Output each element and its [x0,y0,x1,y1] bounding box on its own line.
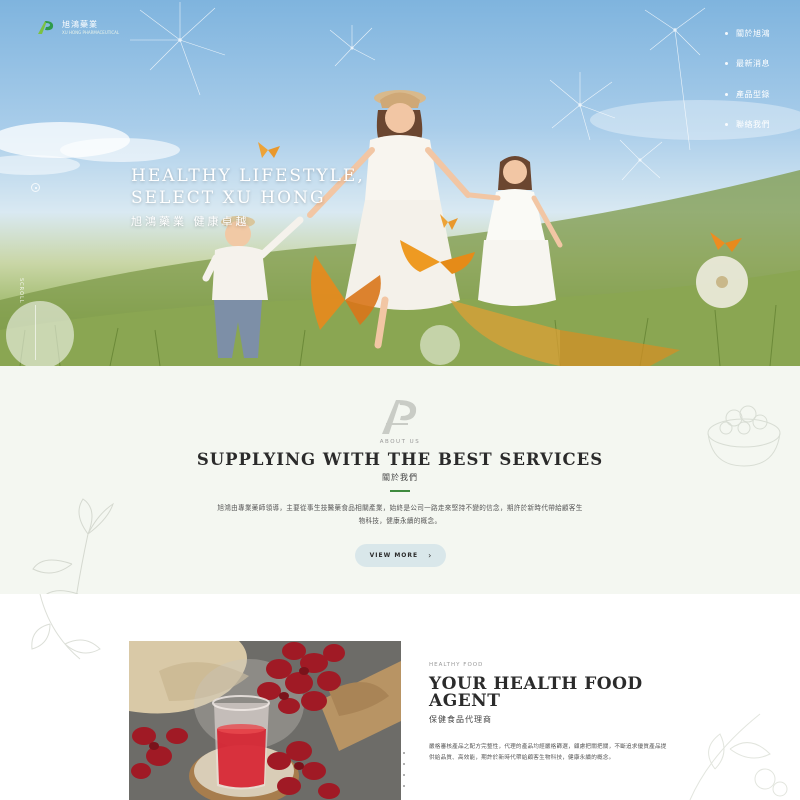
health-food-title-cn: 保健食品代理商 [429,715,492,724]
about-title: SUPPLYING WITH THE BEST SERVICES [196,450,604,469]
dot-icon [725,92,728,96]
health-food-title-line2: AGENT [429,691,501,711]
hero-heading: HEALTHY LIFESTYLE, SELECT XU HONG 旭鴻藥業 健… [131,165,365,229]
xuhong-logo-icon [38,21,54,34]
nav-item-label: 最新消息 [736,59,770,69]
nav-item-catalog[interactable]: 產品型錄 [725,79,770,110]
herb-illustration [689,713,788,800]
view-more-button[interactable]: VIEW MORE › [355,544,446,567]
health-food-eyebrow: HEALTHY FOOD [429,662,484,668]
dot-icon [403,774,405,776]
health-food-title: YOUR HEALTH FOOD AGENT [429,676,643,710]
nav-item-news[interactable]: 最新消息 [725,49,770,80]
roselle-tea-image [129,641,401,800]
flower-illustration [32,498,114,594]
nav-item-about[interactable]: 關於旭鴻 [725,18,770,49]
health-food-section: HEALTHY FOOD YOUR HEALTH FOOD AGENT 保健食品… [0,594,800,800]
about-section: ABOUT US SUPPLYING WITH THE BEST SERVICE… [0,366,800,594]
hero-title-line2: SELECT XU HONG [131,188,326,208]
about-eyebrow: ABOUT US [379,439,421,445]
dot-icon [725,123,728,127]
scroll-line [35,305,36,360]
dot-icon [725,31,728,35]
chevron-right-icon: › [428,551,432,560]
scroll-label: SCROLL [18,278,24,304]
about-description: 旭鴻由專業藥師領導，主要從事生技醫藥食品相關產業，始終是公司一路走來堅持不變的信… [217,504,583,525]
hero-background-image [0,2,800,366]
leaf-illustration [31,594,101,660]
nav-item-label: 產品型錄 [736,89,770,99]
nav-item-label: 關於旭鴻 [736,28,770,38]
slide-indicator[interactable] [31,183,40,192]
hero-banner: 旭鴻藥業 XU HONG PHARMACEUTICAL 關於旭鴻 最新消息 產品… [0,0,800,366]
view-more-label: VIEW MORE [369,552,419,559]
dot-icon [403,785,405,787]
health-food-description: 嚴格審核產品之配方完整性，代理的產品均經嚴格篩選，顧慮把關把關，不斷追求優質產品… [429,744,667,761]
decorative-dots [403,752,405,787]
hero-subtitle: 旭鴻藥業 健康卓越 [131,215,250,228]
dot-icon [403,763,405,765]
nav-item-label: 聯絡我們 [736,120,770,130]
hero-title-line1: HEALTHY LIFESTYLE, [131,166,365,186]
about-title-cn: 關於我們 [382,473,418,482]
site-logo[interactable]: 旭鴻藥業 XU HONG PHARMACEUTICAL [36,18,119,38]
main-nav: 關於旭鴻 最新消息 產品型錄 聯絡我們 [725,18,770,140]
logo-name-cn: 旭鴻藥業 [62,20,98,29]
nav-item-contact[interactable]: 聯絡我們 [725,110,770,141]
logo-name-en: XU HONG PHARMACEUTICAL [62,30,120,35]
dot-icon [725,62,728,66]
ap-monogram-icon [382,400,417,434]
title-underline [390,490,410,492]
dot-icon [403,752,405,754]
